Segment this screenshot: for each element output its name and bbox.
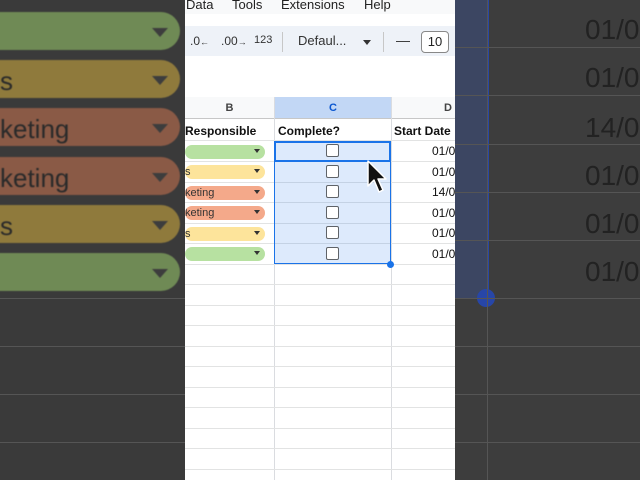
spreadsheet: Data Tools Extensions Help .0← .00→ 123 … [185,0,455,480]
chevron-down-icon [254,231,260,235]
bg-date-5: 01/0 [585,208,640,239]
complete-checkbox[interactable] [326,206,339,219]
number-format-button[interactable]: 123 [254,34,272,46]
fill-handle[interactable] [387,261,394,268]
responsible-chip[interactable] [185,145,265,159]
bg-pill-3: keting [0,108,180,146]
complete-checkbox[interactable] [326,247,339,260]
font-family-select[interactable]: Defaul... [298,33,346,48]
chevron-down-icon [254,169,260,173]
start-date-cell[interactable]: 01/0 [432,247,455,261]
column-header-b[interactable]: B [185,97,274,119]
complete-checkbox[interactable] [326,165,339,178]
bg-date-4: 01/0 [585,160,640,191]
bg-date-1: 01/0 [585,14,640,45]
chevron-down-icon [254,210,260,214]
bg-pill-2: s [0,60,180,98]
column-header-d[interactable]: D [392,97,455,119]
responsible-chip[interactable]: keting [185,186,265,200]
bg-pill-5: s [0,205,180,243]
mouse-pointer-icon [367,160,387,193]
header-complete[interactable]: Complete? [278,121,340,141]
background-blur-left: s keting keting s [0,0,185,480]
decrease-decimal-button[interactable]: .0← [190,34,209,48]
menu-bar: Data Tools Extensions Help [185,0,455,14]
responsible-chip[interactable] [185,247,265,261]
bg-date-2: 01/0 [585,62,640,93]
chevron-down-icon [363,40,371,45]
menu-data[interactable]: Data [186,0,213,12]
chevron-down-icon [254,190,260,194]
toolbar: .0← .00→ 123 Defaul... — 10 [185,26,455,56]
start-date-cell[interactable]: 01/0 [432,226,455,240]
menu-tools[interactable]: Tools [232,0,262,12]
complete-checkbox[interactable] [326,185,339,198]
increase-decimal-button[interactable]: .00→ [221,34,247,48]
chevron-down-icon [254,251,260,255]
complete-checkbox[interactable] [326,144,339,157]
header-responsible[interactable]: Responsible [185,121,256,141]
bg-pill-6 [0,253,180,291]
menu-help[interactable]: Help [364,0,391,12]
start-date-cell[interactable]: 01/0 [432,144,455,158]
font-size-input[interactable]: 10 [421,31,449,53]
start-date-cell[interactable]: 14/0 [432,185,455,199]
bg-selection [455,0,489,298]
bg-date-6: 01/0 [585,256,640,287]
start-date-cell[interactable]: 01/0 [432,206,455,220]
decrease-font-size-button[interactable]: — [396,32,410,48]
bg-pill-4: keting [0,157,180,195]
bg-pill-1 [0,12,180,50]
column-header-c[interactable]: C [275,97,391,119]
responsible-chip[interactable]: s [185,227,265,241]
start-date-cell[interactable]: 01/0 [432,165,455,179]
header-start-date[interactable]: Start Date [394,121,451,141]
background-blur-right: 01/0 01/0 14/0 01/0 01/0 01/0 [455,0,640,480]
menu-extensions[interactable]: Extensions [281,0,345,12]
responsible-chip[interactable]: s [185,165,265,179]
responsible-chip[interactable]: keting [185,206,265,220]
complete-checkbox[interactable] [326,226,339,239]
chevron-down-icon [254,149,260,153]
bg-date-3: 14/0 [585,112,640,143]
